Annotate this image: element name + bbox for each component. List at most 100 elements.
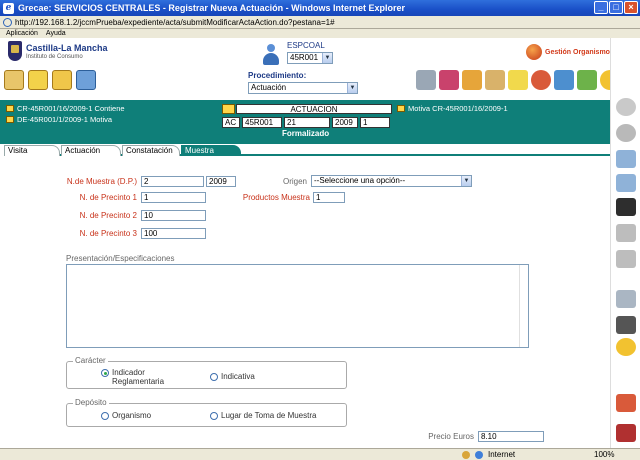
- presentacion-textarea[interactable]: [66, 264, 529, 348]
- logo: Castilla-La Mancha Instituto de Consumo: [8, 41, 108, 61]
- books-icon[interactable]: [439, 70, 459, 90]
- chevron-down-icon[interactable]: ▼: [322, 53, 332, 63]
- origen-label: Origen: [282, 177, 307, 186]
- deposito-opt1-label: Organismo: [112, 411, 152, 420]
- ie-icon: e: [3, 2, 14, 14]
- globe-icon[interactable]: [531, 70, 551, 90]
- presentacion-label: Presentación/Especificaciones: [66, 254, 175, 263]
- tractor-icon[interactable]: [616, 424, 636, 442]
- procedimiento-label: Procedimiento:: [248, 71, 307, 80]
- code-number: 21: [284, 117, 330, 128]
- n-muestra-input[interactable]: 2: [141, 176, 204, 187]
- menu-bar: Aplicación Ayuda: [0, 29, 640, 38]
- n-muestra-label: N.de Muestra (D.P.): [66, 177, 137, 186]
- list-icon[interactable]: [616, 290, 636, 308]
- tools-icon[interactable]: [616, 394, 636, 412]
- procedimiento-select[interactable]: Actuación ▼: [248, 82, 358, 94]
- precinto2-input[interactable]: 10: [141, 210, 206, 221]
- copy-icon[interactable]: [616, 250, 636, 268]
- productos-muestra-input[interactable]: 1: [313, 192, 345, 203]
- search-document-icon[interactable]: [554, 70, 574, 90]
- caracter-legend: Carácter: [73, 356, 108, 365]
- caracter-opt1-label: Indicador Reglamentaria: [112, 368, 165, 386]
- caracter-option-indicativa[interactable]: Indicativa: [210, 372, 255, 381]
- gear-icon[interactable]: [616, 338, 636, 356]
- browser-window: e Grecae: SERVICIOS CENTRALES - Registra…: [0, 0, 640, 460]
- chevron-down-icon[interactable]: ▼: [461, 176, 471, 186]
- logo-title: Castilla-La Mancha: [26, 42, 108, 53]
- code-type: AC: [222, 117, 240, 128]
- computer-users-icon[interactable]: [76, 70, 96, 90]
- diamond-icon[interactable]: [508, 70, 528, 90]
- menu-ayuda[interactable]: Ayuda: [46, 29, 66, 38]
- code-office: 45R001: [242, 117, 282, 128]
- archive-icon[interactable]: [462, 70, 482, 90]
- globe-icon: [475, 451, 483, 459]
- document-icon: [397, 105, 405, 112]
- actuacion-box: ACTUACION AC 45R001 21 2009 1 Formalizad…: [222, 104, 392, 138]
- tools-icon[interactable]: [577, 70, 597, 90]
- menu-aplicacion[interactable]: Aplicación: [6, 29, 38, 38]
- tab-muestra[interactable]: Muestra: [181, 145, 241, 156]
- close-button[interactable]: ×: [624, 1, 638, 14]
- zoom-level[interactable]: 100%: [594, 449, 614, 460]
- band-left-line2: DE-45R001/1/2009-1 Motiva: [6, 115, 112, 124]
- save-icon[interactable]: [616, 198, 636, 216]
- precio-input[interactable]: 8.10: [478, 431, 544, 442]
- minimize-button[interactable]: _: [594, 1, 608, 14]
- deposito-option-organismo[interactable]: Organismo: [101, 411, 151, 420]
- origen-value: --Seleccione una opción--: [314, 176, 406, 185]
- document-icon: [6, 116, 14, 123]
- muestra-form: N.de Muestra (D.P.) 2 2009 Origen --Sele…: [0, 158, 610, 448]
- tab-actuacion[interactable]: Actuación: [61, 145, 121, 156]
- stack-icon[interactable]: [616, 174, 636, 192]
- window-title: Grecae: SERVICIOS CENTRALES - Registrar …: [18, 3, 406, 13]
- actuacion-title: ACTUACION: [236, 104, 392, 114]
- stack-icon[interactable]: [616, 150, 636, 168]
- chevron-down-icon[interactable]: ▼: [347, 83, 357, 93]
- copy-icon[interactable]: [616, 224, 636, 242]
- edit-document-icon[interactable]: [4, 70, 24, 90]
- band-right-line1: Motiva CR-45R001/16/2009-1: [397, 104, 508, 113]
- user-icon: [262, 44, 280, 66]
- n-muestra-year-input[interactable]: 2009: [206, 176, 236, 187]
- files-icon[interactable]: [485, 70, 505, 90]
- tab-visita[interactable]: Visita: [4, 145, 60, 156]
- deposito-fieldset: Depósito Organismo Lugar de Toma de Mues…: [66, 398, 347, 427]
- address-bar[interactable]: http://192.168.1.2/jccmPrueba/expediente…: [0, 16, 640, 29]
- search-icon[interactable]: [616, 98, 636, 116]
- radio-unselected[interactable]: [210, 412, 218, 420]
- radio-selected[interactable]: [101, 369, 109, 377]
- deposito-option-lugar[interactable]: Lugar de Toma de Muestra: [210, 411, 316, 420]
- precinto1-label: N. de Precinto 1: [79, 193, 137, 202]
- folder-icon[interactable]: [52, 70, 72, 90]
- address-text[interactable]: http://192.168.1.2/jccmPrueba/expediente…: [15, 18, 335, 27]
- origen-select[interactable]: --Seleccione una opción-- ▼: [311, 175, 472, 187]
- radio-unselected[interactable]: [101, 412, 109, 420]
- laptop-icon[interactable]: [416, 70, 436, 90]
- deposito-opt2-label: Lugar de Toma de Muestra: [221, 411, 317, 420]
- espcoal-select[interactable]: 45R001 ▼: [287, 52, 333, 64]
- lock-icon: [462, 451, 470, 459]
- window-controls: _ □ ×: [594, 1, 638, 14]
- tab-constatacion[interactable]: Constatación: [122, 145, 180, 156]
- print-icon[interactable]: [616, 316, 636, 334]
- espcoal-value: 45R001: [290, 53, 319, 62]
- precinto3-input[interactable]: 100: [141, 228, 206, 239]
- actuacion-icon: [222, 104, 235, 114]
- precio-label: Precio Euros: [428, 432, 474, 441]
- logo-subtitle: Instituto de Consumo: [26, 53, 83, 60]
- gestion-organismo-link[interactable]: Gestión Organismo: [526, 44, 610, 60]
- caracter-option-reglamentaria[interactable]: Indicador Reglamentaria: [101, 368, 181, 386]
- textarea-scrollbar[interactable]: [519, 265, 528, 347]
- folder-people-icon[interactable]: [28, 70, 48, 90]
- maximize-button[interactable]: □: [609, 1, 623, 14]
- status-bar: Internet 100%: [0, 448, 640, 460]
- band-left-line1: CR-45R001/16/2009-1 Contiene: [6, 104, 125, 113]
- radio-unselected[interactable]: [210, 373, 218, 381]
- tab-bar: Visita Actuación Constatación Muestra: [4, 145, 610, 156]
- precinto1-input[interactable]: 1: [141, 192, 206, 203]
- back-icon[interactable]: [616, 124, 636, 142]
- app-header: Castilla-La Mancha Instituto de Consumo …: [0, 38, 640, 100]
- actuacion-code: AC 45R001 21 2009 1: [222, 117, 390, 128]
